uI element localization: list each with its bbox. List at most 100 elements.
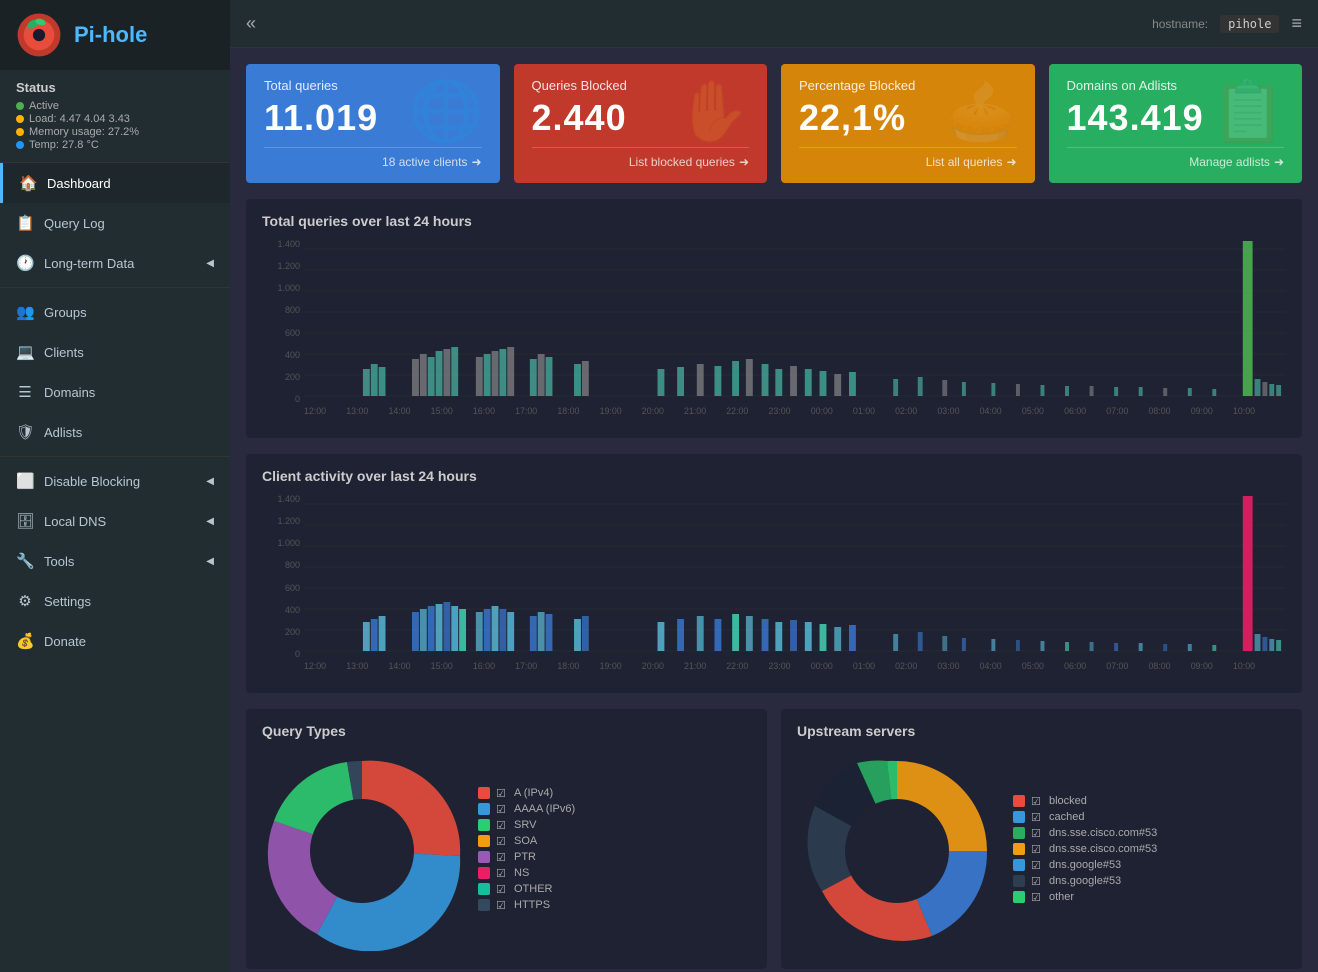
clients-chart-svg: 12:00 13:00 14:00 15:00 16:00 17:00 18:0… <box>304 494 1286 679</box>
sidebar-item-adlists[interactable]: 🛡 Adlists <box>0 412 230 452</box>
temp-dot <box>16 141 24 149</box>
svg-text:22:00: 22:00 <box>726 661 748 671</box>
legend-item-srv: ☑ SRV <box>478 819 575 831</box>
svg-text:10:00: 10:00 <box>1233 406 1255 416</box>
nav-label-settings: Settings <box>44 594 91 609</box>
legend-label: AAAA (IPv6) <box>514 803 575 815</box>
queries-chart-title: Total queries over last 24 hours <box>262 213 1286 229</box>
svg-text:00:00: 00:00 <box>811 661 833 671</box>
status-label: Status <box>16 80 214 95</box>
sidebar-item-tools[interactable]: 🔧 Tools ◀ <box>0 541 230 581</box>
svg-text:14:00: 14:00 <box>388 661 410 671</box>
nav-label-querylog: Query Log <box>44 216 105 231</box>
upstream-legend-item-dns-sse-cisco-com-53: ☑ dns.sse.cisco.com#53 <box>1013 843 1157 855</box>
svg-text:08:00: 08:00 <box>1149 661 1171 671</box>
sidebar: Pi-hole Status Active Load: 4.47 4.04 3.… <box>0 0 230 972</box>
clients-chart-panel: Client activity over last 24 hours 1.400… <box>246 454 1302 693</box>
dashboard-content: Total queries 11.019 🌐 18 active clients… <box>230 48 1318 972</box>
legend-color <box>478 819 490 831</box>
sidebar-item-settings[interactable]: ⚙ Settings <box>0 581 230 621</box>
stat-icon-total-queries: 🌐 <box>409 76 484 147</box>
svg-text:15:00: 15:00 <box>431 406 453 416</box>
sidebar-item-localdns[interactable]: 🗄 Local DNS ◀ <box>0 501 230 541</box>
nav-label-disable: Disable Blocking <box>44 474 140 489</box>
sidebar-item-dashboard[interactable]: 🏠 Dashboard <box>0 163 230 203</box>
legend-color <box>478 883 490 895</box>
legend-check: ☑ <box>496 899 508 911</box>
nav-label-groups: Groups <box>44 305 87 320</box>
svg-text:04:00: 04:00 <box>980 406 1002 416</box>
menu-icon[interactable]: ≡ <box>1291 13 1302 34</box>
legend-color <box>1013 795 1025 807</box>
stat-footer-total-queries[interactable]: 18 active clients ➜ <box>264 147 482 169</box>
svg-text:19:00: 19:00 <box>600 661 622 671</box>
svg-text:09:00: 09:00 <box>1191 661 1213 671</box>
legend-color <box>478 867 490 879</box>
stat-card-queries-blocked: Queries Blocked 2.440 ✋ List blocked que… <box>514 64 768 183</box>
legend-check: ☑ <box>1031 859 1043 871</box>
upstream-legend-item-cached: ☑ cached <box>1013 811 1157 823</box>
svg-text:00:00: 00:00 <box>811 406 833 416</box>
legend-label: dns.google#53 <box>1049 875 1121 887</box>
sidebar-item-clients[interactable]: 💻 Clients <box>0 332 230 372</box>
stat-card-domains-adlists: Domains on Adlists 143.419 📋 Manage adli… <box>1049 64 1303 183</box>
stat-icon-queries-blocked: ✋ <box>676 76 751 147</box>
status-memory: Memory usage: 27.2% <box>16 126 214 138</box>
legend-label: dns.google#53 <box>1049 859 1121 871</box>
stat-arrow-domains-adlists: ➜ <box>1274 155 1284 169</box>
upstream-servers-title: Upstream servers <box>797 723 1286 739</box>
collapse-button[interactable]: « <box>246 13 256 34</box>
nav-label-donate: Donate <box>44 634 86 649</box>
nav-icon-groups: 👥 <box>16 303 34 321</box>
stats-row: Total queries 11.019 🌐 18 active clients… <box>246 64 1302 183</box>
chevron-icon-disable: ◀ <box>206 476 214 487</box>
legend-color <box>478 851 490 863</box>
svg-text:19:00: 19:00 <box>600 406 622 416</box>
sidebar-item-disable[interactable]: ⬜ Disable Blocking ◀ <box>0 461 230 501</box>
stat-arrow-queries-blocked: ➜ <box>739 155 749 169</box>
svg-text:18:00: 18:00 <box>557 661 579 671</box>
legend-color <box>478 803 490 815</box>
hostname-label: hostname: <box>1152 17 1208 31</box>
legend-color <box>1013 811 1025 823</box>
stat-footer-domains-adlists[interactable]: Manage adlists ➜ <box>1067 147 1285 169</box>
nav-icon-domains: ☰ <box>16 383 34 401</box>
query-types-title: Query Types <box>262 723 751 739</box>
sidebar-item-querylog[interactable]: 📋 Query Log <box>0 203 230 243</box>
upstream-servers-card: Upstream servers <box>781 709 1302 969</box>
legend-label: NS <box>514 867 529 879</box>
legend-label: SOA <box>514 835 537 847</box>
status-box: Status Active Load: 4.47 4.04 3.43 Memor… <box>0 70 230 163</box>
svg-text:18:00: 18:00 <box>557 406 579 416</box>
sidebar-item-donate[interactable]: 💰 Donate <box>0 621 230 661</box>
nav-label-adlists: Adlists <box>44 425 82 440</box>
legend-item-https: ☑ HTTPS <box>478 899 575 911</box>
sidebar-item-domains[interactable]: ☰ Domains <box>0 372 230 412</box>
upstream-legend-item-other: ☑ other <box>1013 891 1157 903</box>
nav-label-clients: Clients <box>44 345 84 360</box>
svg-text:22:00: 22:00 <box>726 406 748 416</box>
upstream-legend: ☑ blocked ☑ cached ☑ dns.sse.cisco.com#5… <box>1013 795 1157 907</box>
pihole-logo <box>16 12 62 58</box>
queries-chart-area: 12:00 13:00 14:00 15:00 16:00 17:00 18:0… <box>304 239 1286 424</box>
stat-footer-percentage-blocked[interactable]: List all queries ➜ <box>799 147 1017 169</box>
legend-check: ☑ <box>496 883 508 895</box>
sidebar-item-groups[interactable]: 👥 Groups <box>0 292 230 332</box>
svg-text:05:00: 05:00 <box>1022 661 1044 671</box>
chevron-icon-tools: ◀ <box>206 556 214 567</box>
legend-check: ☑ <box>496 803 508 815</box>
legend-color <box>1013 843 1025 855</box>
svg-text:06:00: 06:00 <box>1064 406 1086 416</box>
sidebar-header: Pi-hole <box>0 0 230 70</box>
nav-icon-dashboard: 🏠 <box>19 174 37 192</box>
stat-footer-queries-blocked[interactable]: List blocked queries ➜ <box>532 147 750 169</box>
nav-label-dashboard: Dashboard <box>47 176 111 191</box>
svg-text:01:00: 01:00 <box>853 661 875 671</box>
legend-item-other: ☑ OTHER <box>478 883 575 895</box>
topbar: « hostname: pihole ≡ <box>230 0 1318 48</box>
stat-arrow-percentage-blocked: ➜ <box>1006 155 1016 169</box>
sidebar-item-longterm[interactable]: 🕐 Long-term Data ◀ <box>0 243 230 283</box>
legend-label: HTTPS <box>514 899 550 911</box>
svg-text:21:00: 21:00 <box>684 661 706 671</box>
legend-check: ☑ <box>1031 811 1043 823</box>
